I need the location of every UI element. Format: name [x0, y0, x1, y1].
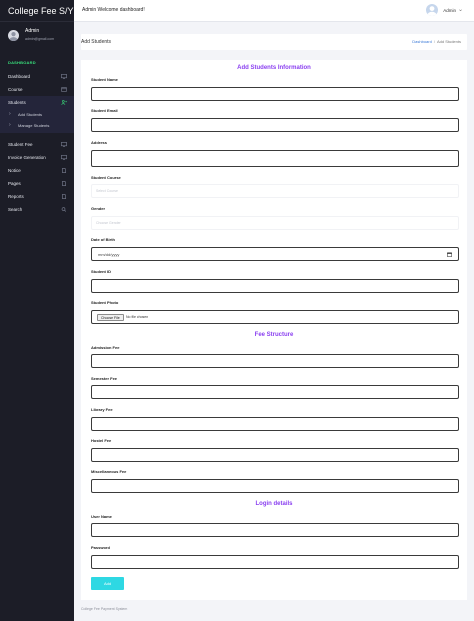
- sidebar-item-label: Dashboard: [8, 74, 31, 79]
- sidebar-item-search[interactable]: Search: [0, 203, 74, 216]
- label-semester-fee: Semester Fee: [91, 376, 118, 381]
- user-plus-icon: [61, 100, 67, 105]
- sidebar-item-label: Students: [8, 100, 26, 105]
- gender-select-placeholder: Choose Gender: [96, 221, 121, 225]
- monitor-icon: [61, 155, 67, 160]
- section-title-fee-structure: Fee Structure: [254, 332, 294, 338]
- brand-title: College Fee S/Y: [0, 0, 74, 22]
- page-header: Add Students Dashboard / Add Students: [81, 34, 467, 50]
- sidebar-subitem-manage-students[interactable]: › Manage Students: [0, 120, 74, 131]
- monitor-icon: [61, 142, 67, 147]
- breadcrumb-dashboard-link[interactable]: Dashboard: [412, 39, 432, 44]
- label-gender: Gender: [91, 206, 106, 211]
- add-button[interactable]: Add: [91, 577, 124, 590]
- breadcrumb: Dashboard / Add Students: [412, 39, 461, 44]
- sidebar-item-student-fee[interactable]: Student Fee: [0, 138, 74, 151]
- course-select-placeholder: Select Course: [96, 189, 118, 193]
- library-fee-input[interactable]: [91, 417, 459, 431]
- sidebar-item-label: Invoice Generation: [8, 155, 46, 160]
- section-title-login-details: Login details: [255, 501, 293, 507]
- label-admission-fee: Admission Fee: [91, 345, 120, 350]
- semester-fee-input[interactable]: [91, 385, 459, 399]
- page-title: Add Students: [81, 39, 112, 45]
- label-library-fee: Library Fee: [91, 407, 113, 412]
- sidebar-item-pages[interactable]: Pages: [0, 177, 74, 190]
- sidebar-item-course[interactable]: Course: [0, 83, 74, 96]
- course-select[interactable]: Select Course: [91, 184, 459, 198]
- sidebar-item-label: Search: [8, 207, 23, 212]
- monitor-icon: [61, 74, 67, 79]
- search-icon: [61, 207, 67, 212]
- password-input[interactable]: [91, 555, 459, 569]
- admin-menu-label[interactable]: Admin: [443, 8, 456, 13]
- file-icon: [61, 168, 67, 173]
- choose-file-button[interactable]: Choose File: [97, 314, 124, 321]
- admin-avatar[interactable]: [426, 4, 438, 16]
- sidebar-item-students[interactable]: Students: [0, 96, 74, 109]
- sidebar-item-invoice-generation[interactable]: Invoice Generation: [0, 151, 74, 164]
- section-title-student-info: Add Students Information: [237, 65, 311, 71]
- calendar-icon[interactable]: [447, 252, 452, 257]
- admission-fee-input[interactable]: [91, 354, 459, 368]
- welcome-text: Admin Welcome dashboard!: [82, 7, 145, 13]
- sidebar-subitem-label: Add Students: [18, 112, 43, 117]
- file-icon: [61, 181, 67, 186]
- label-student-name: Student Name: [91, 77, 118, 82]
- username-input[interactable]: [91, 523, 459, 537]
- user-email: admin@gmail.com: [25, 37, 55, 41]
- student-email-input[interactable]: [91, 118, 459, 132]
- sidebar: College Fee S/Y Admin admin@gmail.com DA…: [0, 0, 74, 621]
- box-icon: [61, 87, 67, 92]
- dob-placeholder: mm/dd/yyyy: [98, 252, 120, 257]
- label-student-photo: Student Photo: [91, 300, 119, 305]
- sidebar-item-label: Reports: [8, 194, 24, 199]
- user-name: Admin: [25, 28, 40, 34]
- avatar: [8, 30, 19, 41]
- breadcrumb-current: Add Students: [436, 39, 461, 44]
- nav-section-label: DASHBOARD: [8, 60, 36, 65]
- sidebar-item-label: Course: [8, 87, 23, 92]
- student-name-input[interactable]: [91, 87, 459, 101]
- file-status-text: No file chosen: [126, 315, 149, 319]
- label-student-email: Student Email: [91, 108, 118, 113]
- sidebar-subitem-label: Manage Students: [18, 123, 50, 128]
- sidebar-item-label: Student Fee: [8, 142, 33, 147]
- miscellaneous-fee-input[interactable]: [91, 479, 459, 493]
- dob-input[interactable]: mm/dd/yyyy: [91, 247, 459, 261]
- sidebar-item-reports[interactable]: Reports: [0, 190, 74, 203]
- label-student-course: Student Course: [91, 175, 121, 180]
- students-submenu: › Add Students › Manage Students: [0, 109, 74, 133]
- student-id-input[interactable]: [91, 279, 459, 293]
- file-icon: [61, 194, 67, 199]
- label-address: Address: [91, 140, 108, 145]
- chevron-right-icon: ›: [9, 122, 11, 128]
- label-hostel-fee: Hostel Fee: [91, 438, 112, 443]
- label-user-name: User Name: [91, 514, 112, 519]
- label-miscellaneous-fee: Miscellaneous Fee: [91, 469, 127, 474]
- label-password: Password: [91, 545, 110, 550]
- gender-select[interactable]: Choose Gender: [91, 216, 459, 230]
- footer-text: College Fee Payment System: [81, 607, 128, 611]
- sidebar-item-label: Notice: [8, 168, 21, 173]
- label-date-of-birth: Date of Birth: [91, 237, 115, 242]
- sidebar-item-notice[interactable]: Notice: [0, 164, 74, 177]
- sidebar-item-dashboard[interactable]: Dashboard: [0, 70, 74, 83]
- sidebar-item-label: Pages: [8, 181, 21, 186]
- label-student-id: Student ID: [91, 269, 111, 274]
- top-header: Admin Welcome dashboard! Admin ⌄: [74, 0, 474, 22]
- add-student-form: Add Students Information Student Name St…: [81, 60, 467, 600]
- address-input[interactable]: [91, 150, 459, 167]
- hostel-fee-input[interactable]: [91, 448, 459, 462]
- sidebar-subitem-add-students[interactable]: › Add Students: [0, 109, 74, 120]
- student-photo-input[interactable]: Choose File No file chosen: [91, 310, 459, 324]
- user-panel: Admin admin@gmail.com: [0, 28, 74, 54]
- chevron-down-icon[interactable]: ⌄: [458, 6, 463, 13]
- chevron-right-icon: ›: [9, 111, 11, 117]
